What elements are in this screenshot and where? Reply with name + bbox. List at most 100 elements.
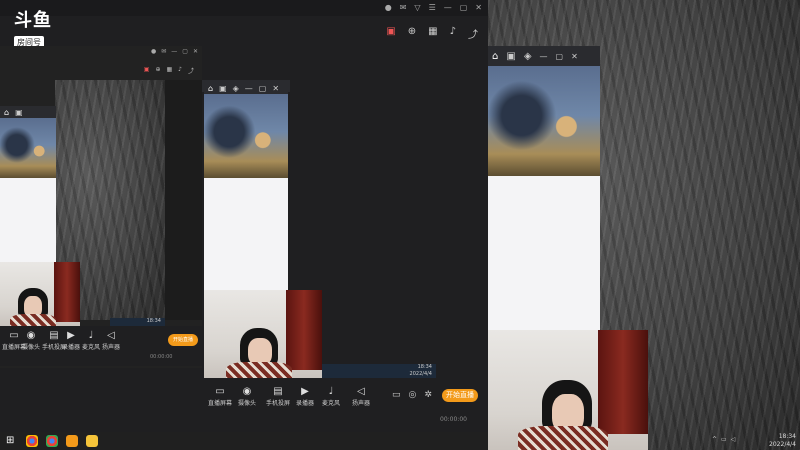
tool-label: 摄像头 — [22, 344, 41, 351]
monitor-icon: ▭ — [215, 386, 225, 397]
layout-icon: ▦ — [166, 66, 173, 73]
mail-icon: ✉ — [161, 48, 167, 55]
avatar: ● — [151, 48, 157, 55]
minimize-icon[interactable]: — — [444, 3, 452, 12]
microphone-icon: ♩ — [328, 386, 334, 397]
chrome-icon[interactable] — [26, 435, 38, 447]
webcam-preview-small — [0, 262, 80, 326]
speaker-icon: ◁ — [357, 386, 365, 397]
minimize-icon: — — [171, 48, 178, 55]
network-icon[interactable]: ▭ — [721, 436, 727, 443]
camera-icon: ◉ — [242, 386, 252, 397]
tool-phone[interactable]: ▤ 手机投屏 — [266, 386, 290, 407]
close-icon[interactable]: ✕ — [475, 3, 482, 12]
chrome-icon[interactable] — [46, 435, 58, 447]
camera-icon: ◉ — [26, 330, 36, 341]
game-app-icon[interactable] — [86, 435, 98, 447]
close-icon: ✕ — [192, 48, 198, 55]
maximize-icon[interactable]: ▢ — [460, 3, 468, 12]
tool-mic: ♩ 麦克风 — [82, 330, 100, 351]
start-live-button[interactable]: 开始直播 — [442, 389, 478, 402]
mail-icon[interactable]: ✉ — [400, 3, 407, 12]
person-body — [10, 314, 56, 326]
door — [598, 330, 648, 434]
gamepad-icon: ◈ — [232, 83, 239, 93]
tool-label: 麦克风 — [82, 344, 101, 351]
tool-label: 摄像头 — [238, 400, 257, 407]
share-icon: ⤴ — [187, 68, 194, 75]
maximize-icon: ▢ — [258, 83, 267, 93]
webcam-preview-large — [488, 330, 648, 450]
minimize-icon[interactable]: — — [540, 52, 548, 61]
tool-recorder[interactable]: ▶ 录播器 — [296, 386, 314, 407]
close-icon: ✕ — [272, 83, 280, 93]
launcher-content — [488, 176, 600, 330]
maximize-icon: ▢ — [182, 48, 188, 55]
minimize-icon: — — [244, 83, 253, 93]
mini-taskbar: 18:34 — [110, 318, 165, 326]
nested-window-controls: ● ✉ — ▢ ✕ — [151, 48, 198, 55]
gamepad-icon[interactable]: ◈ — [524, 51, 532, 62]
tool-mic[interactable]: ♩ 麦克风 — [322, 386, 340, 407]
lock-icon[interactable]: ⊕ — [408, 26, 416, 41]
person-body — [226, 362, 292, 378]
tool-camera[interactable]: ◉ 摄像头 — [238, 386, 256, 407]
avatar[interactable]: ● — [385, 3, 392, 12]
nested-dark-strip — [165, 80, 202, 320]
game-art-middle — [204, 94, 288, 178]
middle-panel-tabs: ⌂ ▣ ◈ — ▢ ✕ — [204, 82, 288, 94]
maximize-icon[interactable]: ▢ — [556, 52, 564, 61]
tool-camera: ◉ 摄像头 — [22, 330, 40, 351]
clock-date: 2022/4/4 — [769, 441, 796, 448]
bell-icon[interactable]: ♪ — [450, 26, 456, 41]
window-controls: ● ✉ ▽ ☰ — ▢ ✕ — [385, 3, 482, 12]
eye-icon[interactable]: ◎ — [409, 390, 417, 400]
tool-label: 扬声器 — [102, 344, 121, 351]
tool-screen[interactable]: ▭ 直播屏幕 — [208, 386, 232, 407]
toolbar-extra-icons: ▭ ◎ ✲ — [392, 390, 432, 400]
time-text: 00:00:00 — [150, 354, 173, 360]
launcher-tabs: ⌂ ▣ ◈ — ▢ ✕ — [488, 46, 600, 66]
clock-date: 2022/4/4 — [409, 371, 432, 377]
live-timer: 00:00:00 — [440, 416, 467, 423]
main-toolbar: ▭ 直播屏幕 ◉ 摄像头 ▤ 手机投屏 ▶ 录播器 ♩ 麦克风 ◁ 扬声器 ▭ ◎ ✲ 开始… — [0, 380, 488, 432]
tool-speaker[interactable]: ◁ 扬声器 — [352, 386, 370, 407]
grid-icon: ▣ — [15, 107, 23, 117]
home-icon[interactable]: ⌂ — [492, 51, 498, 62]
gift-icon: ▣ — [143, 66, 150, 73]
phone-cast-icon: ▤ — [273, 386, 283, 397]
chevron-up-icon[interactable]: ^ — [712, 436, 717, 443]
record-icon[interactable]: ▭ — [392, 390, 401, 400]
tool-label: 扬声器 — [352, 400, 371, 407]
phone-cast-icon: ▤ — [49, 330, 59, 341]
game-art-thumbnail — [0, 118, 56, 178]
person-body — [518, 426, 608, 450]
bell-icon: ♪ — [178, 66, 182, 73]
douyu-app-icon[interactable] — [66, 435, 78, 447]
header-icons: ▣ ⊕ ▦ ♪ ⤴ — [386, 26, 478, 41]
layout-icon[interactable]: ▦ — [428, 26, 437, 41]
nested-panel-content — [0, 178, 56, 262]
logo-text: 斗鱼 — [14, 10, 52, 31]
settings-icon[interactable]: ☰ — [429, 3, 436, 12]
tool-label: 手机投屏 — [266, 400, 291, 407]
home-icon: ⌂ — [208, 83, 214, 93]
windows-start-icon[interactable]: ⊞ — [6, 435, 14, 446]
share-icon[interactable]: ⤴ — [468, 26, 478, 41]
grid-icon[interactable]: ▣ — [506, 51, 515, 62]
clock-time: 18:34 — [778, 433, 796, 440]
nested-panel-tabs: ⌂ ▣ — [0, 106, 56, 118]
clock-time: 18:34 — [417, 364, 432, 370]
shirt-icon[interactable]: ▽ — [414, 3, 420, 12]
close-icon[interactable]: ✕ — [571, 52, 578, 61]
system-tray: ^ ▭ ◁ — [712, 436, 735, 443]
system-clock: 18:34 2022/4/4 — [740, 433, 796, 449]
title-bar: ● ✉ ▽ ☰ — ▢ ✕ — [0, 0, 488, 16]
recorder-icon: ▶ — [301, 386, 309, 397]
tool-label: 麦克风 — [322, 400, 341, 407]
gear-icon[interactable]: ✲ — [424, 390, 432, 400]
start-live-button-mini: 开始直播 — [168, 334, 198, 346]
gift-icon[interactable]: ▣ — [386, 26, 395, 41]
nested-toolbar: ▭ 直播屏幕 ◉ 摄像头 ▤ 手机投屏 ▶ 录播器 ♩ 麦克风 ◁ 扬声器 开始直播 00:… — [0, 326, 202, 366]
volume-icon[interactable]: ◁ — [731, 436, 736, 443]
